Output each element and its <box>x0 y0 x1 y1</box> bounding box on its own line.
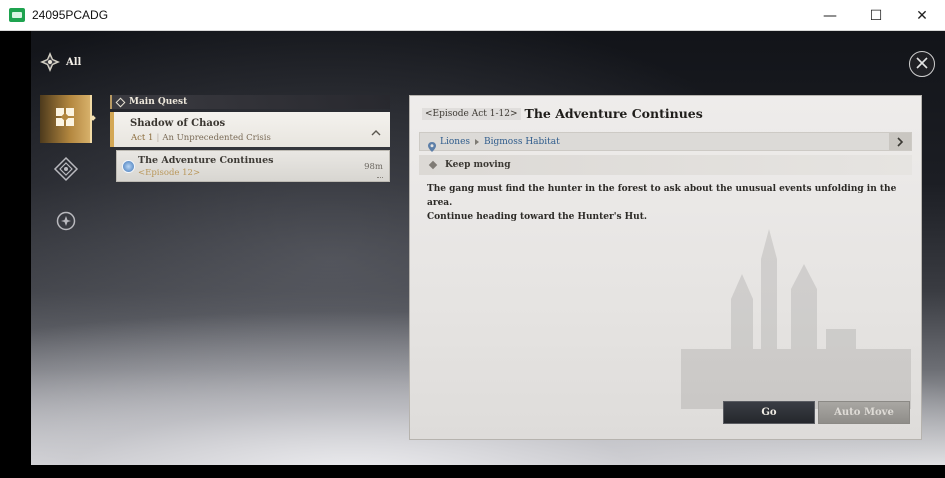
location-bar[interactable]: Liones Bigmoss Habitat <box>419 132 912 152</box>
window-controls: — ☐ ✕ <box>807 0 945 31</box>
maximize-button[interactable]: ☐ <box>853 0 899 31</box>
collapse-caret-icon[interactable] <box>371 123 381 136</box>
quest-group-title: Shadow of Chaos <box>130 118 226 129</box>
detail-title: The Adventure Continues <box>524 106 703 121</box>
objective-text: Keep moving <box>445 160 511 170</box>
compass-diamond-icon <box>53 156 79 186</box>
all-quests-icon <box>39 51 61 73</box>
quest-group-shadow-of-chaos[interactable]: Shadow of Chaos Act 1 | An Unprecedented C… <box>110 112 390 147</box>
list-item[interactable]: The Adventure Continues <Episode 12> 98m <box>116 150 390 182</box>
auto-move-button[interactable]: Auto Move <box>818 401 910 424</box>
game-viewport: All Main Quest Shadow of Chaos Act 1 | A… <box>0 31 945 478</box>
act-label: Act 1 <box>131 133 154 143</box>
tab-region-quests[interactable] <box>40 147 92 195</box>
chevron-right-icon <box>897 136 904 147</box>
close-window-button[interactable]: ✕ <box>899 0 945 31</box>
category-label: Main Quest <box>129 97 188 107</box>
window-titlebar: 24095PCADG — ☐ ✕ <box>0 0 945 31</box>
quest-group-subtitle: Act 1 | An Unprecedented Crisis <box>131 133 271 143</box>
minimize-button[interactable]: — <box>807 0 853 31</box>
window-title: 24095PCADG <box>32 8 109 22</box>
detail-header: <Episode Act 1-12> The Adventure Continu… <box>422 106 703 121</box>
description-line-2: Continue heading toward the Hunter's Hut… <box>427 212 647 222</box>
filter-all-button[interactable]: All <box>39 51 81 73</box>
diamond-icon <box>115 97 126 107</box>
location-pin-icon <box>428 137 436 152</box>
close-icon <box>915 55 929 74</box>
location-area: Bigmoss Habitat <box>484 136 560 147</box>
objective-bar: Keep moving <box>419 155 912 175</box>
quest-item-title: The Adventure Continues <box>138 155 274 166</box>
quest-marker-icon <box>122 160 135 173</box>
circle-star-icon <box>55 210 77 236</box>
tab-side-quests[interactable] <box>40 199 92 247</box>
category-header-main-quest: Main Quest <box>110 95 390 109</box>
quest-grid-icon <box>53 105 77 133</box>
quest-item-distance: 98m <box>364 162 383 172</box>
tab-quests[interactable] <box>40 95 96 143</box>
quest-description: The gang must find the hunter in the for… <box>427 182 897 224</box>
breadcrumb-arrow-icon <box>475 138 480 145</box>
act-name: An Unprecedented Crisis <box>162 133 271 143</box>
description-line-1: The gang must find the hunter in the for… <box>427 184 897 208</box>
letterbox-bar <box>0 465 945 478</box>
location-navigate-button[interactable] <box>889 133 911 150</box>
castle-silhouette-icon <box>681 229 911 409</box>
quest-item-episode: <Episode 12> <box>138 168 201 178</box>
episode-tag: <Episode Act 1-12> <box>422 107 521 120</box>
filter-all-label: All <box>66 56 82 68</box>
objective-diamond-icon <box>428 160 438 170</box>
app-icon <box>9 8 25 22</box>
go-button[interactable]: Go <box>723 401 815 424</box>
location-region: Liones <box>440 136 471 147</box>
separator: | <box>156 133 160 143</box>
quest-detail-panel: <Episode Act 1-12> The Adventure Continu… <box>409 95 922 440</box>
more-dots-icon <box>377 177 383 179</box>
close-quest-menu-button[interactable] <box>909 51 935 77</box>
